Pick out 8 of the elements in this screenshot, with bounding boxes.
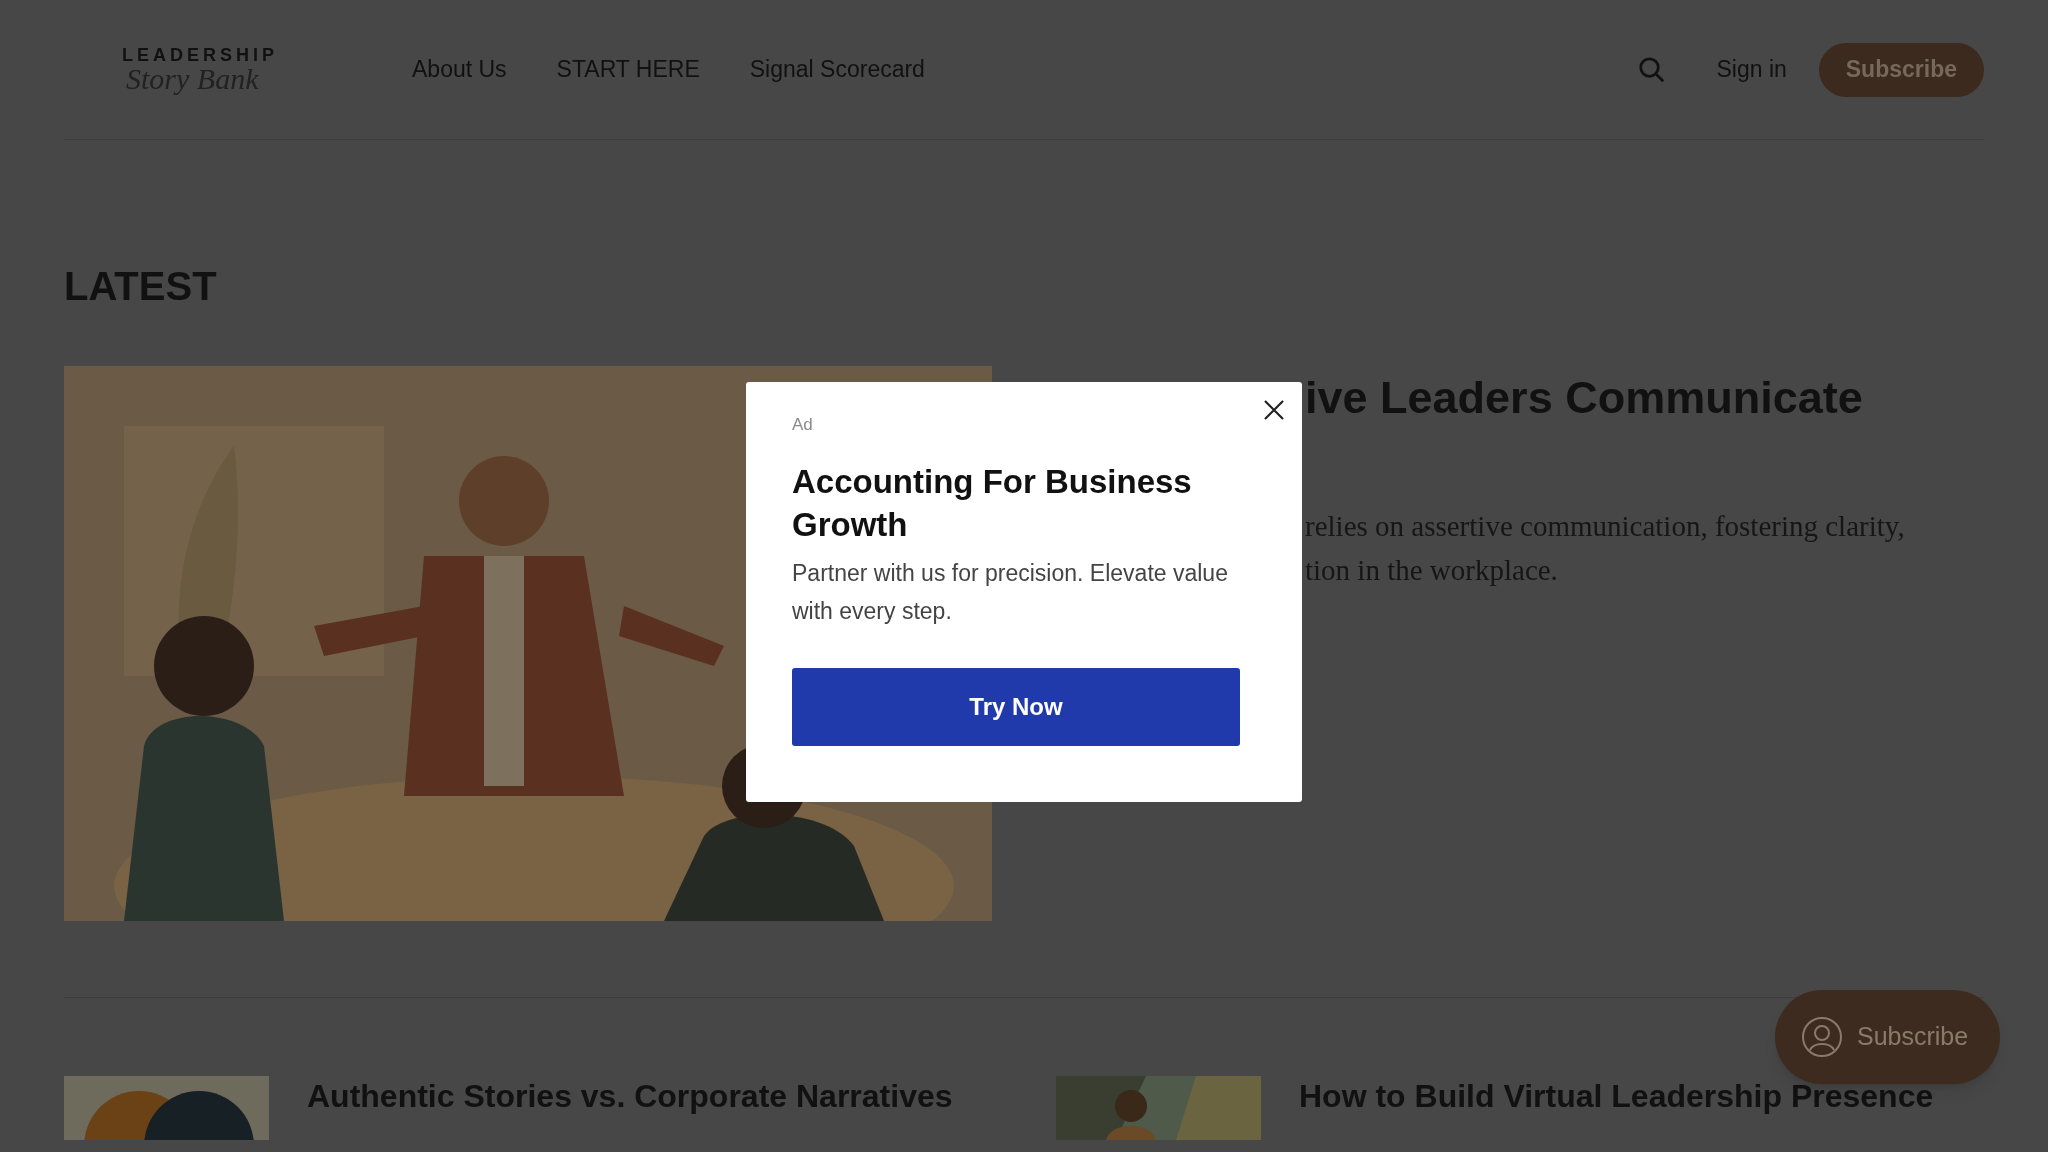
ad-title: Accounting For Business Growth [792,461,1193,545]
close-icon[interactable] [1262,398,1286,422]
floating-subscribe-button[interactable]: Subscribe [1775,990,2000,1084]
try-now-button[interactable]: Try Now [792,667,1240,746]
ad-label: Ad [792,414,813,436]
user-icon [1801,1016,1843,1058]
ad-description: Partner with us for precision. Elevate value with every step. [792,558,1229,626]
subscribe-button[interactable]: Subscribe [1818,42,1984,97]
